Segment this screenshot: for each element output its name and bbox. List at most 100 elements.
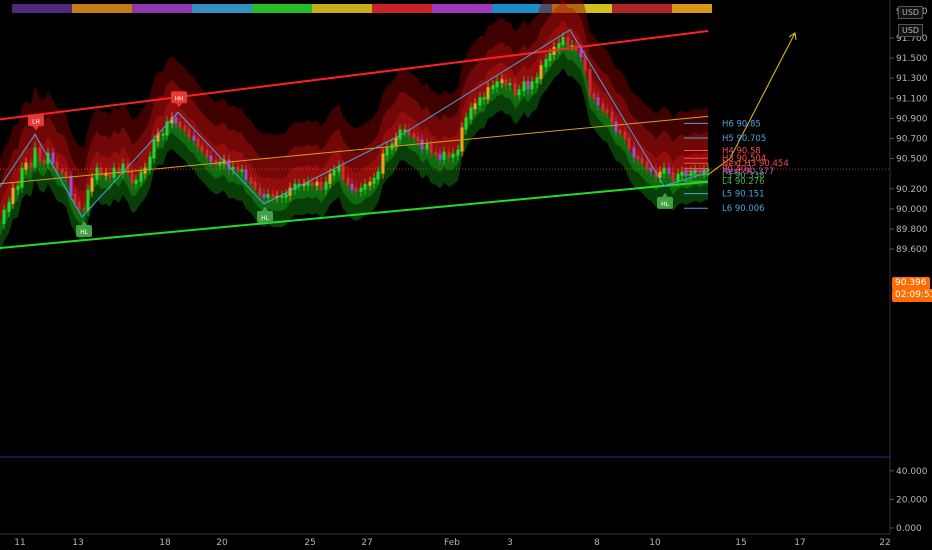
candle-body: [539, 65, 543, 80]
heat-strip-cell: [362, 4, 367, 13]
heat-strip-cell: [487, 4, 492, 13]
heat-strip-cell: [492, 4, 497, 13]
pivot-level-label: H6 90.85: [722, 119, 761, 129]
heat-strip-cell: [522, 4, 527, 13]
candle-body: [7, 201, 11, 212]
pivot-level-label: L4 90.276: [722, 177, 765, 187]
candle-body: [517, 89, 521, 96]
candle-body: [187, 129, 191, 138]
candle-body: [434, 151, 438, 156]
candle-body: [495, 81, 499, 88]
candle-body: [51, 152, 55, 164]
heat-strip-cell: [147, 4, 152, 13]
candle-body: [464, 117, 468, 130]
heat-strip-cell: [447, 4, 452, 13]
candle-body: [442, 151, 446, 160]
heat-strip-cell: [597, 4, 602, 13]
candle-body: [491, 85, 495, 90]
heat-strip-cell: [87, 4, 92, 13]
price-chart[interactable]: LHHLHHHLHLH6 90.85H5 90.705H4 90.58H3 90…: [0, 0, 932, 550]
heat-strip-cell: [532, 4, 537, 13]
heat-strip-cell: [242, 4, 247, 13]
candle-body: [266, 193, 270, 198]
heat-strip-cell: [137, 4, 142, 13]
heat-strip-cell: [682, 4, 687, 13]
heat-strip-cell: [202, 4, 207, 13]
candle-body: [416, 136, 420, 142]
heat-strip-cell: [167, 4, 172, 13]
candle-body: [271, 193, 275, 198]
heat-strip-cell: [482, 4, 487, 13]
heat-strip-cell: [157, 4, 162, 13]
heat-strip-cell: [47, 4, 52, 13]
price-axis-label: 90.500: [896, 155, 928, 165]
heat-strip-cell: [102, 4, 107, 13]
heat-strip-cell: [177, 4, 182, 13]
heat-strip-cell: [687, 4, 692, 13]
heat-strip-cell: [142, 4, 147, 13]
candle-body: [469, 107, 473, 120]
candle-body: [632, 147, 636, 158]
candle-body: [535, 77, 539, 84]
heat-strip-cell: [267, 4, 272, 13]
currency-badge[interactable]: USD: [898, 6, 924, 19]
heat-strip-cell: [337, 4, 342, 13]
candle-body: [544, 59, 548, 68]
heat-strip-cell: [192, 4, 197, 13]
candle-body: [16, 185, 20, 190]
heat-strip-cell: [237, 4, 242, 13]
heat-strip-cell: [527, 4, 532, 13]
pivot-badge-label: LH: [32, 118, 40, 125]
heat-strip-cell: [637, 4, 642, 13]
heat-strip-cell: [667, 4, 672, 13]
candle-body: [588, 69, 592, 96]
time-axis-label: Feb: [444, 538, 460, 548]
heat-strip-cell: [352, 4, 357, 13]
heat-strip-cell: [32, 4, 37, 13]
pivot-badge-label: HL: [261, 215, 270, 222]
candle-body: [676, 173, 680, 182]
heat-strip-cell: [452, 4, 457, 13]
heat-strip-cell: [647, 4, 652, 13]
heat-strip-cell: [342, 4, 347, 13]
heat-strip-cell: [502, 4, 507, 13]
candle-body: [2, 209, 6, 224]
candle-body: [315, 181, 319, 186]
heat-strip-cell: [442, 4, 447, 13]
heat-strip-cell: [207, 4, 212, 13]
heat-strip-cell: [222, 4, 227, 13]
heat-strip-cell: [232, 4, 237, 13]
candle-body: [486, 87, 490, 100]
heat-strip-cell: [132, 4, 137, 13]
heat-strip-cell: [252, 4, 257, 13]
currency-badge-2[interactable]: USD: [898, 24, 924, 37]
candle-body: [310, 181, 314, 186]
candle-body: [11, 187, 15, 204]
candle-body: [328, 173, 332, 184]
candle-body: [451, 153, 455, 158]
heat-strip-cell: [652, 4, 657, 13]
heat-strip-cell: [107, 4, 112, 13]
candle-body: [557, 43, 561, 50]
candle-body: [530, 81, 534, 90]
heat-strip-cell: [212, 4, 217, 13]
candle-body: [69, 175, 73, 196]
heat-strip-cell: [12, 4, 17, 13]
heat-strip-cell: [307, 4, 312, 13]
heat-strip-cell: [302, 4, 307, 13]
heat-strip-cell: [152, 4, 157, 13]
heat-strip-cell: [432, 4, 437, 13]
candle-body: [332, 169, 336, 176]
heat-strip-cell: [227, 4, 232, 13]
heat-strip-cell: [347, 4, 352, 13]
countdown-badge: 02:09:51: [892, 289, 932, 302]
candle-body: [183, 125, 187, 132]
candle-body: [649, 167, 653, 172]
heat-strip-cell: [602, 4, 607, 13]
heat-strip-cell: [672, 4, 677, 13]
candle-body: [548, 53, 552, 62]
candle-body: [504, 79, 508, 86]
price-axis-label: 91.100: [896, 94, 928, 104]
heat-strip-cell: [27, 4, 32, 13]
candle-body: [438, 153, 442, 160]
